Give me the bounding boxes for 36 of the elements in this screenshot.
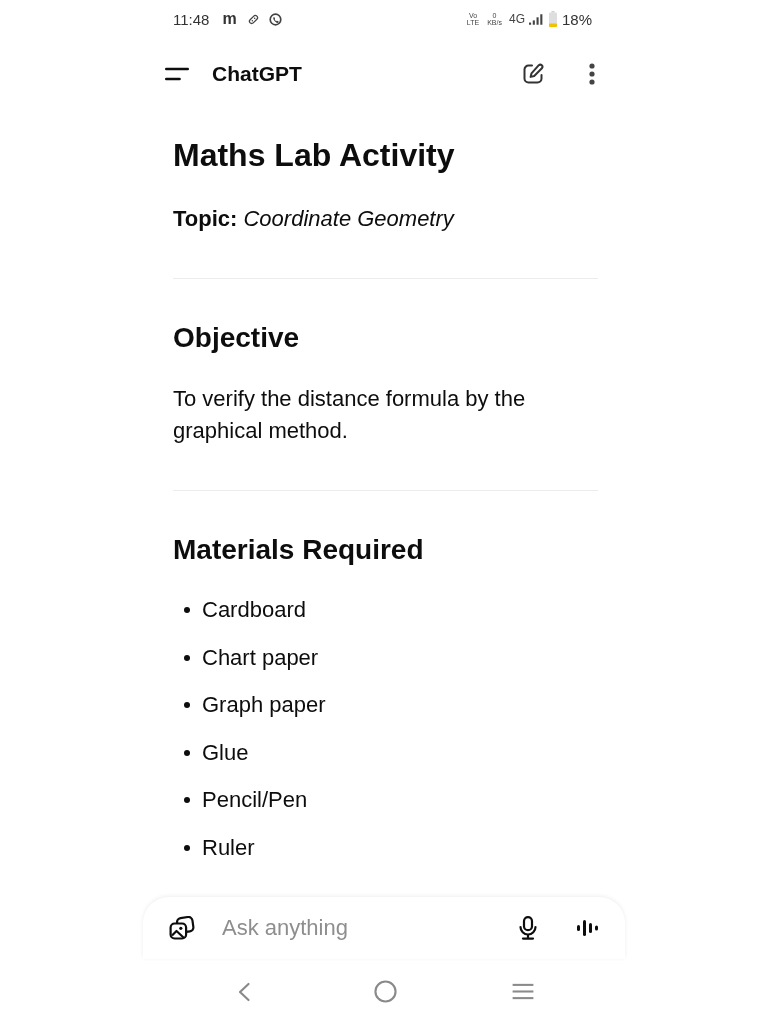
topic-line: Topic: Coordinate Geometry <box>173 205 456 233</box>
bullet-icon <box>184 797 190 804</box>
paragraph: To verify the distance formula by the graphical method. <box>173 385 527 445</box>
message-input[interactable]: Ask anything <box>222 912 518 944</box>
bullet-icon <box>184 654 190 661</box>
section-heading: Objective <box>173 321 301 355</box>
bullet-icon <box>184 844 190 851</box>
capsule-icon <box>247 13 259 25</box>
bullet-icon <box>184 702 190 709</box>
more-icon[interactable] <box>589 63 595 85</box>
status-time: 11:48 <box>173 10 210 28</box>
home-icon[interactable] <box>374 980 397 1003</box>
list-item: Graph paper <box>202 691 326 720</box>
battery-icon <box>548 11 557 27</box>
list-item: Cardboard <box>202 596 306 624</box>
list-item: Pencil/Pen <box>202 786 308 815</box>
message-title: Maths Lab Activity <box>173 137 456 173</box>
list-item: Chart paper <box>202 643 319 672</box>
list-item: Ruler <box>202 833 255 862</box>
image-icon[interactable] <box>169 916 195 940</box>
mic-icon[interactable] <box>518 916 538 940</box>
back-icon[interactable] <box>237 981 251 1002</box>
three-lines-icon[interactable] <box>511 983 535 1000</box>
battery-percent: 18% <box>561 10 592 28</box>
bullet-icon <box>184 607 190 613</box>
app-title: ChatGPT <box>212 62 303 86</box>
bullet-icon <box>184 749 190 756</box>
menu-icon[interactable] <box>165 67 189 81</box>
edit-icon[interactable] <box>521 62 545 86</box>
section-heading: Materials Required <box>173 533 425 567</box>
signal-icon <box>528 13 543 25</box>
list-item: Glue <box>202 738 249 767</box>
chat-phone-icon <box>268 12 282 26</box>
voice-wave-icon[interactable] <box>577 920 599 936</box>
network-type: 4G <box>508 12 525 26</box>
notification-glyph: m <box>222 11 237 27</box>
